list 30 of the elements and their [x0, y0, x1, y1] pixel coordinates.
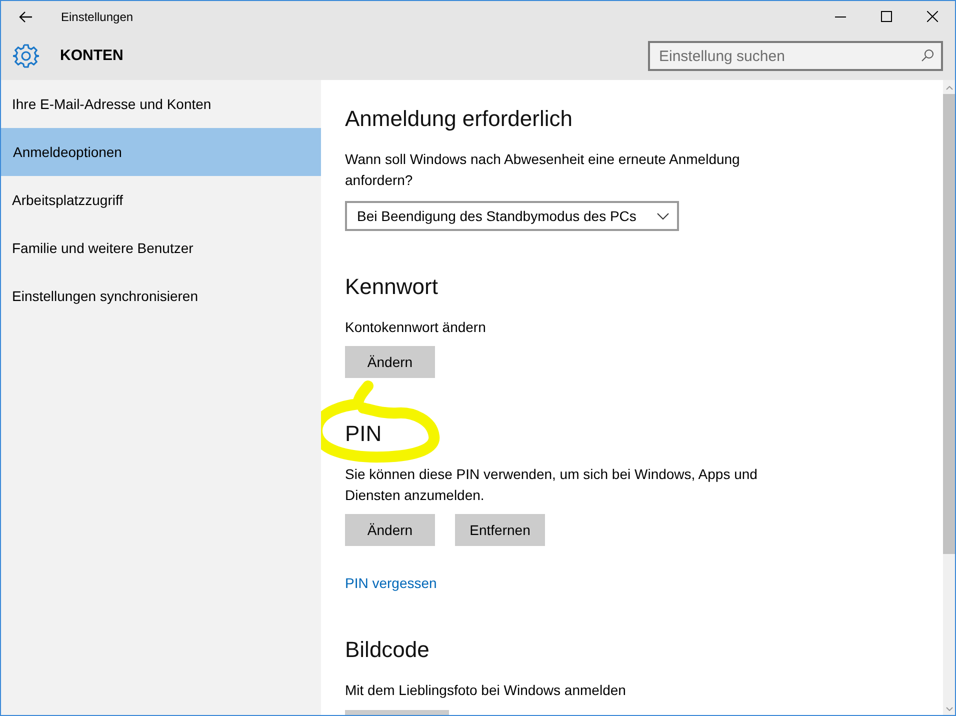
forgot-pin-link[interactable]: PIN vergessen [345, 573, 437, 594]
sidebar-item[interactable]: Anmeldeoptionen [1, 128, 321, 176]
standby-dropdown[interactable]: Bei Beendigung des Standbymodus des PCs [345, 201, 679, 231]
sidebar-item[interactable]: Familie und weitere Benutzer [1, 224, 321, 272]
sidebar-item[interactable]: Ihre E-Mail-Adresse und Konten [1, 80, 321, 128]
search-icon[interactable] [921, 49, 934, 62]
scroll-up-icon[interactable] [946, 86, 952, 90]
scroll-down-icon[interactable] [946, 707, 952, 711]
section-heading: Anmeldung erforderlich [345, 105, 572, 133]
scroll-thumb[interactable] [943, 94, 955, 554]
window-title: Einstellungen [61, 8, 134, 26]
sidebar-item[interactable]: Arbeitsplatzzugriff [1, 176, 321, 224]
search-field[interactable]: Einstellung suchen [648, 41, 943, 71]
scrollbar[interactable] [943, 80, 955, 715]
page-title: KONTEN [60, 46, 124, 66]
action-button[interactable]: Entfernen [455, 514, 545, 546]
description-text: Kontokennwort ändern [345, 318, 486, 337]
action-button[interactable]: Ändern [345, 514, 435, 546]
description-text: Sie können diese PIN verwenden, um sich bei Windows, Apps und Diensten anzumelden. [345, 465, 758, 505]
description-text: Mit dem Lieblingsfoto bei Windows anmelden [345, 681, 626, 700]
back-icon[interactable] [18, 8, 34, 24]
gear-icon [13, 43, 39, 69]
section-heading: Bildcode [345, 636, 430, 664]
section-heading: PIN [345, 420, 382, 448]
action-button[interactable]: Ändern [345, 346, 435, 378]
section-heading: Kennwort [345, 273, 438, 301]
description-text: Wann soll Windows nach Abwesenheit eine erneute Anmeldung anfordern? [345, 150, 741, 190]
chevron-down-icon [657, 212, 669, 220]
sidebar-item[interactable]: Einstellungen synchronisieren [1, 272, 321, 320]
dropdown-value: Bei Beendigung des Standbymodus des PCs [357, 206, 636, 226]
